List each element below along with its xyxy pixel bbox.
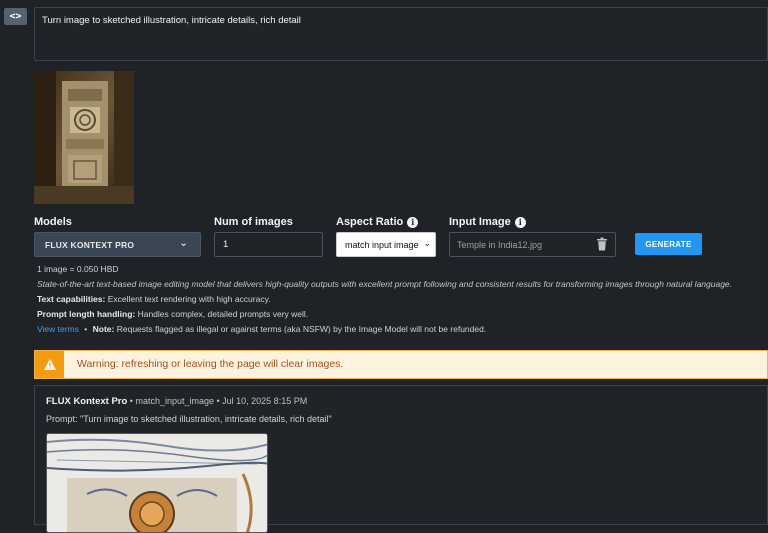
view-terms-link[interactable]: View terms [37,324,79,334]
result-header: FLUX Kontext Pro • match_input_image • J… [46,396,308,407]
aspect-ratio-select[interactable]: match input image ⌄ [336,232,436,257]
input-image-thumbnail [34,71,134,204]
input-image-field[interactable]: Temple in India12.jpg [449,232,616,257]
code-icon: <> [9,11,22,22]
prompt-input[interactable]: Turn image to sketched illustration, int… [34,7,768,61]
info-icon[interactable]: i [407,216,419,228]
model-description: State-of-the-art text-based image editin… [37,279,733,289]
warning-icon [43,359,56,370]
warning-text: Warning: refreshing or leaving the page … [77,358,344,370]
num-images-input[interactable]: 1 [214,232,323,257]
prompt-length-handling: Prompt length handling: Handles complex,… [37,309,309,319]
aspect-ratio-label: Aspect Ratio i [336,216,419,228]
warning-banner: Warning: refreshing or leaving the page … [34,350,768,379]
chevron-down-icon: ⌄ [423,238,431,248]
chevron-down-icon: ⌄ [179,238,188,249]
result-image[interactable] [46,433,268,533]
model-select[interactable]: FLUX KONTEXT PRO ⌄ [34,232,201,257]
cost-text: 1 image = 0.050 HBD [37,264,119,274]
result-prompt: Prompt: "Turn image to sketched illustra… [46,414,332,424]
generate-button[interactable]: GENERATE [635,233,702,255]
num-images-label: Num of images [214,216,293,228]
models-label: Models [34,216,72,228]
info-icon[interactable]: i [514,216,526,228]
result-card: FLUX Kontext Pro • match_input_image • J… [34,385,768,533]
code-toggle-button[interactable]: <> [4,8,27,25]
warning-icon-box [35,351,64,378]
text-capabilities: Text capabilities: Excellent text render… [37,294,271,304]
terms-note: View terms • Note: Requests flagged as i… [37,324,487,334]
prompt-text: Turn image to sketched illustration, int… [42,15,301,26]
trash-icon[interactable] [597,237,607,251]
input-image-label: Input Image i [449,216,526,228]
